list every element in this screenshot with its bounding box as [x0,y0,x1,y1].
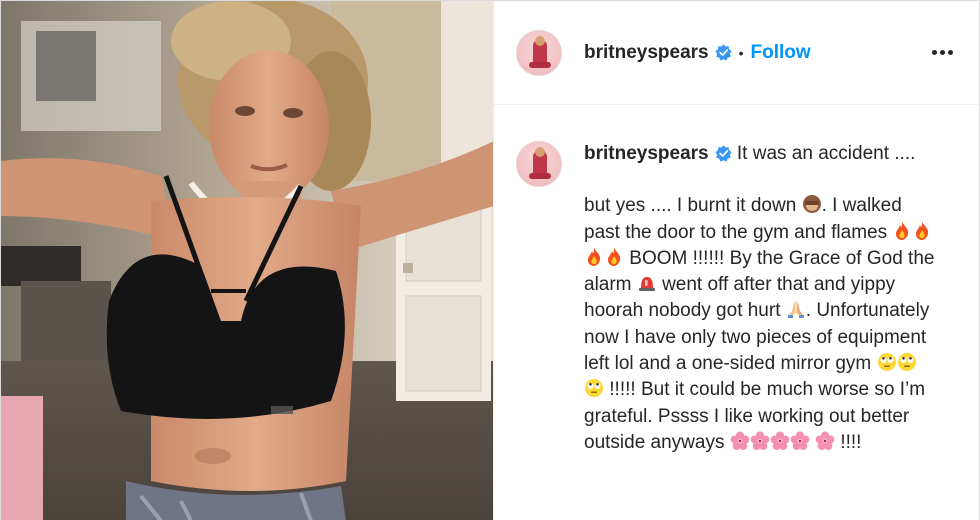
caption-text: but yes .... I burnt it down . I walked … [584,193,939,456]
rolling-eyes-emoji-icon [584,378,604,398]
fire-emoji-icon [892,221,912,241]
fire-emoji-icon [912,221,932,241]
rolling-eyes-emoji-icon [877,352,897,372]
follow-button[interactable]: Follow [751,42,811,64]
header-username[interactable]: britneyspears [584,42,709,64]
caption-line-7: !!!! [840,431,862,453]
verified-badge-icon [715,145,732,163]
folded-hands-emoji-icon [786,299,806,319]
cherry-blossom-emoji-icon [770,431,790,451]
verified-badge-icon [715,44,732,61]
cherry-blossom-emoji-icon [750,431,770,451]
fire-emoji-icon [584,247,604,267]
post-sidebar: britneyspears • Follow britneyspears It … [493,1,979,520]
caption-line-1: but yes .... I burnt it down [584,195,797,217]
post-photo [1,1,493,520]
more-options-icon[interactable] [927,43,957,63]
caption-username[interactable]: britneyspears [584,143,709,164]
siren-emoji-icon [637,273,657,293]
cherry-blossom-emoji-icon [730,431,750,451]
post-media-video[interactable] [1,1,493,520]
header-separator: • [738,44,744,61]
fire-emoji-icon [604,247,624,267]
cherry-blossom-emoji-icon [790,431,810,451]
caption-avatar[interactable] [516,141,562,187]
caption-first-line: It was an accident .... [736,143,916,164]
caption-comment: britneyspears It was an accident .... bu… [494,105,979,456]
caption-body: britneyspears It was an accident .... bu… [584,141,939,456]
rolling-eyes-emoji-icon [897,352,917,372]
avatar[interactable] [516,29,562,76]
post-header: britneyspears • Follow [494,1,979,105]
monkey-emoji-icon [802,194,822,214]
instagram-post: britneyspears • Follow britneyspears It … [0,0,980,520]
cherry-blossom-emoji-icon [815,431,835,451]
